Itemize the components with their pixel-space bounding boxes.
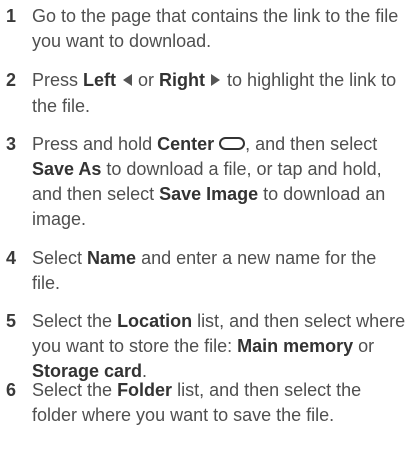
key-name-right: Right xyxy=(159,70,206,90)
step-number: 6 xyxy=(6,380,17,400)
step-text-segment: Press and hold xyxy=(32,134,158,154)
instruction-steps: 1 Go to the page that contains the link … xyxy=(0,0,412,457)
step-text-segment: Select the xyxy=(32,380,118,400)
step-text-segment: , and then select xyxy=(245,134,378,154)
step-number: 1 xyxy=(6,6,17,26)
center-button-icon xyxy=(219,137,246,150)
step-text: Select the Location list, and then selec… xyxy=(32,309,407,384)
step-text: Press Left or Right to highlight the lin… xyxy=(32,68,407,119)
field-location: Location xyxy=(117,311,193,331)
left-arrow-icon xyxy=(121,69,133,94)
field-folder: Folder xyxy=(117,380,173,400)
step-text-segment: or xyxy=(353,336,375,356)
step-text-segment: Select the xyxy=(32,311,118,331)
right-arrow-icon xyxy=(210,69,222,94)
step-text: Select Name and enter a new name for the… xyxy=(32,246,407,296)
command-save-image: Save Image xyxy=(159,184,259,204)
step-text: Go to the page that contains the link to… xyxy=(32,4,407,54)
key-name-left: Left xyxy=(83,70,117,90)
step-text-segment: Press xyxy=(32,70,84,90)
step-number: 4 xyxy=(6,248,17,268)
step-number: 5 xyxy=(6,311,17,331)
step-number: 2 xyxy=(6,70,17,90)
step-text-segment: Select xyxy=(32,248,88,268)
step-text: Select the Folder list, and then select … xyxy=(32,378,407,428)
step-text-segment: or xyxy=(133,70,160,90)
field-name: Name xyxy=(87,248,137,268)
command-save-as: Save As xyxy=(32,159,102,179)
option-main-memory: Main memory xyxy=(237,336,354,356)
key-name-center: Center xyxy=(157,134,215,154)
step-text-segment: Go to the page that contains the link to… xyxy=(32,6,399,51)
step-number: 3 xyxy=(6,134,17,154)
step-text: Press and hold Center , and then select … xyxy=(32,132,407,232)
